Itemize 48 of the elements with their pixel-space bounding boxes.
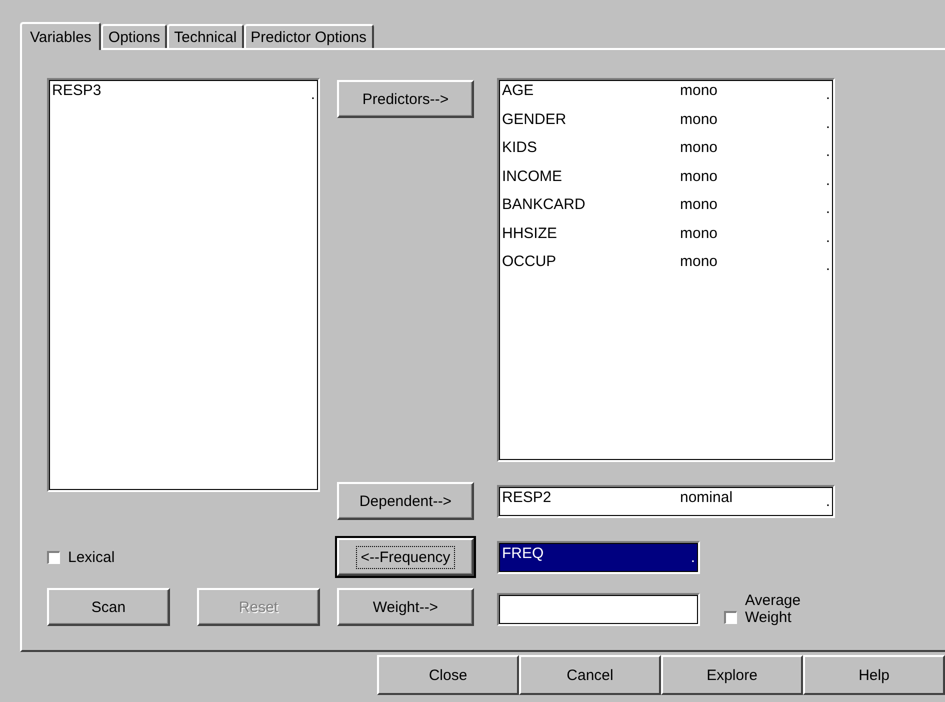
variable-name: AGE: [502, 82, 535, 99]
variable-type: mono: [680, 224, 719, 242]
dependent-field[interactable]: RESP2 nominal .: [497, 485, 835, 518]
lexical-checkbox[interactable]: Lexical: [47, 538, 320, 576]
variable-type: mono: [680, 196, 719, 213]
variable-name: BANKCARD: [502, 196, 586, 213]
variable-name: HHSIZE: [502, 224, 558, 242]
predictors-list[interactable]: AGE mono . GENDER mono . KIDS mono . INCOME mono . BANKCARD mono . HHSIZE mono . OCCUP mono .: [497, 78, 835, 462]
frequency-button[interactable]: <--Frequency: [337, 538, 474, 576]
variable-name: OCCUP: [502, 253, 558, 270]
variable-marker: .: [824, 256, 830, 274]
variable-marker: .: [824, 228, 830, 246]
variable-marker: .: [310, 85, 315, 103]
dialog-button[interactable]: Close: [377, 655, 519, 695]
variable-marker: .: [690, 548, 695, 566]
variable-marker: .: [824, 142, 830, 160]
predictors-button[interactable]: Predictors-->: [337, 80, 474, 118]
dialog-button[interactable]: Help: [803, 655, 945, 695]
variable-name: INCOME: [502, 168, 563, 184]
variable-name: KIDS: [502, 139, 538, 156]
variable-marker: .: [824, 492, 830, 510]
variable-name: FREQ: [502, 545, 545, 562]
scan-button[interactable]: Scan: [47, 588, 170, 626]
variable-marker: .: [824, 170, 830, 188]
tab[interactable]: Options: [101, 24, 168, 48]
variables-list[interactable]: RESP3 .: [47, 78, 320, 492]
variable-type: mono: [680, 139, 719, 156]
variable-type: mono: [680, 110, 719, 128]
variable-marker: .: [824, 114, 830, 132]
variable-marker: .: [824, 199, 830, 217]
dialog-button[interactable]: Cancel: [519, 655, 661, 695]
variable-name: RESP3: [52, 82, 102, 99]
dependent-button[interactable]: Dependent-->: [337, 482, 474, 520]
variable-type: nominal: [680, 489, 734, 506]
variable-name: GENDER: [502, 110, 568, 128]
variable-type: mono: [680, 168, 719, 184]
weight-field[interactable]: [497, 593, 700, 626]
tab[interactable]: Technical: [167, 24, 244, 48]
variable-type: mono: [680, 82, 719, 99]
average-weight-checkbox[interactable]: Average Weight: [724, 574, 835, 626]
frequency-variable-field[interactable]: FREQ .: [497, 541, 700, 574]
variable-type: mono: [680, 253, 719, 270]
variable-name: RESP2: [502, 489, 552, 506]
tab[interactable]: Variables: [20, 22, 102, 50]
tab[interactable]: Predictor Options: [244, 24, 374, 48]
weight-button[interactable]: Weight-->: [337, 588, 474, 626]
dialog-button[interactable]: Explore: [661, 655, 803, 695]
variable-marker: .: [824, 85, 830, 103]
